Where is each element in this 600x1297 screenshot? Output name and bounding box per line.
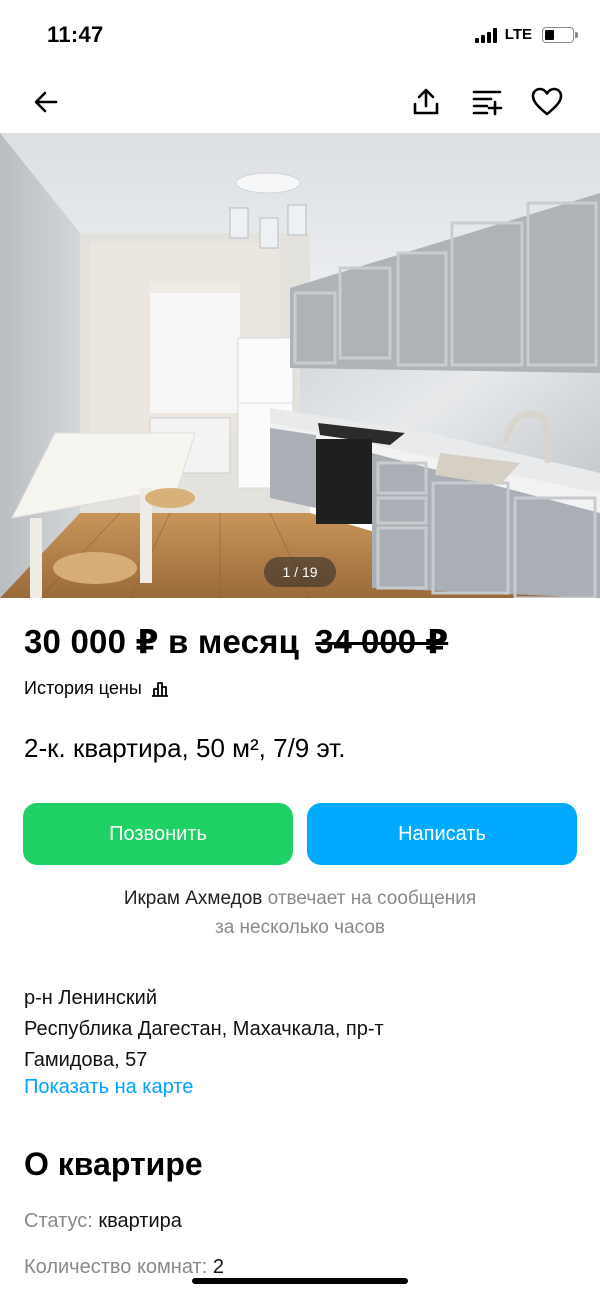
param-key: Статус: bbox=[24, 1210, 93, 1232]
param-value: 2 bbox=[212, 1256, 224, 1278]
heart-icon bbox=[531, 87, 563, 116]
show-on-map-link[interactable]: Показать на карте bbox=[24, 1076, 193, 1099]
address-line-1: Республика Дагестан, Махачкала, пр-т bbox=[24, 1018, 384, 1040]
seller-name[interactable]: Икрам Ахмедов bbox=[124, 888, 263, 909]
param-key: Количество комнат: bbox=[24, 1256, 208, 1278]
bar-chart-icon bbox=[151, 681, 168, 697]
write-button[interactable]: Написать bbox=[307, 803, 577, 865]
seller-response-text: отвечает на сообщения bbox=[262, 888, 477, 909]
home-indicator[interactable] bbox=[192, 1278, 408, 1284]
share-button[interactable] bbox=[406, 82, 446, 122]
kitchen-photo-image bbox=[0, 133, 600, 598]
listing-photo[interactable] bbox=[0, 133, 600, 598]
compare-button[interactable] bbox=[467, 82, 507, 122]
price-current: 30 000 ₽ в месяц bbox=[24, 623, 300, 660]
share-upload-icon bbox=[413, 88, 439, 115]
battery-icon bbox=[542, 26, 578, 43]
photo-counter: 1 / 19 bbox=[264, 557, 336, 587]
param-rooms: Количество комнат: 2 bbox=[24, 1256, 224, 1279]
back-button[interactable] bbox=[26, 82, 66, 122]
price-history-link[interactable]: История цены bbox=[24, 678, 170, 699]
address-line-2: Гамидова, 57 bbox=[24, 1049, 148, 1071]
status-bar: 11:47 LTE bbox=[0, 0, 600, 70]
seller-response-note: Икрам Ахмедов отвечает на сообщения за н… bbox=[0, 884, 600, 942]
param-value: квартира bbox=[98, 1210, 182, 1232]
signal-icon bbox=[474, 27, 497, 43]
price-row: 30 000 ₽ в месяц 34 000 ₽ bbox=[24, 622, 448, 661]
status-icons: LTE bbox=[474, 26, 578, 43]
arrow-left-icon bbox=[34, 91, 58, 113]
status-time: 11:47 bbox=[47, 22, 104, 47]
address-block: р-н Ленинский Республика Дагестан, Махач… bbox=[24, 983, 584, 1076]
seller-response-time: за несколько часов bbox=[215, 917, 385, 938]
top-navigation bbox=[0, 76, 600, 128]
compare-list-icon bbox=[472, 90, 503, 116]
network-label: LTE bbox=[504, 26, 532, 43]
call-button[interactable]: Позвонить bbox=[23, 803, 293, 865]
listing-title: 2-к. квартира, 50 м², 7/9 эт. bbox=[24, 733, 346, 763]
price-history-label: История цены bbox=[24, 678, 142, 698]
favorite-button[interactable] bbox=[527, 82, 567, 122]
district: р-н Ленинский bbox=[24, 987, 157, 1009]
price-old: 34 000 ₽ bbox=[315, 623, 449, 660]
param-status: Статус: квартира bbox=[24, 1210, 182, 1233]
section-title-about: О квартире bbox=[24, 1146, 203, 1182]
